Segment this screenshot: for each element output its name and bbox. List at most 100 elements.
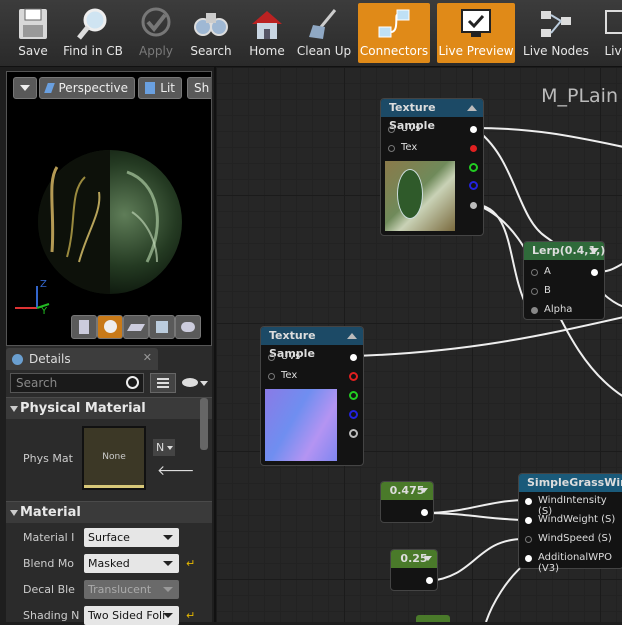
custom-mesh-preview-button[interactable] xyxy=(175,315,201,339)
chevron-down-icon xyxy=(167,446,173,450)
uvs-input-pin[interactable] xyxy=(388,126,395,133)
find-in-cb-label: Find in CB xyxy=(63,44,123,58)
find-in-cb-button[interactable]: Find in CB xyxy=(62,3,124,63)
save-label: Save xyxy=(18,44,48,58)
reset-to-default-icon[interactable]: ↵ xyxy=(186,609,195,622)
connectors-icon xyxy=(378,9,410,38)
cylinder-preview-button[interactable] xyxy=(71,315,97,339)
live-update-icon xyxy=(604,10,622,34)
blue-output-pin[interactable] xyxy=(349,410,358,419)
red-output-pin[interactable] xyxy=(349,372,358,381)
texture-sample-node-1[interactable]: Texture Sample UVs Tex xyxy=(380,98,484,236)
home-button[interactable]: Home xyxy=(242,3,292,63)
wind-weight-label: WindWeight (S) xyxy=(538,514,616,525)
constant-0475-output-pin[interactable] xyxy=(421,509,428,516)
connectors-button[interactable]: Connectors xyxy=(358,3,430,63)
house-icon xyxy=(252,11,282,39)
lerp-a-input-pin[interactable] xyxy=(531,269,538,276)
wind-speed-input-pin[interactable] xyxy=(525,536,532,543)
phys-mat-dropdown[interactable]: N xyxy=(153,439,175,456)
search-icon xyxy=(126,376,139,389)
phys-mat-dropdown-value: N xyxy=(156,441,165,454)
additional-wpo-label: AdditionalWPO (V3) xyxy=(538,552,612,574)
close-icon[interactable]: ✕ xyxy=(143,351,152,364)
constant-025-node[interactable]: 0.25 xyxy=(390,549,438,591)
alpha-output-pin[interactable] xyxy=(349,429,358,438)
lerp-node[interactable]: Lerp(0.4,1,) A B Alpha xyxy=(523,241,605,320)
material-graph-canvas[interactable]: M_PLain Texture Sample UVs Tex Lerp(0.4,… xyxy=(214,67,622,622)
normal-map-thumbnail xyxy=(265,389,337,461)
cube-preview-button[interactable] xyxy=(149,315,175,339)
shading-model-dropdown[interactable]: Two Sided Foli xyxy=(84,606,179,625)
live-update-label: Liv xyxy=(604,44,622,58)
collapse-arrow-icon[interactable] xyxy=(347,333,357,339)
collapse-arrow-icon[interactable] xyxy=(467,105,477,111)
tex-input-label: Tex xyxy=(281,370,298,381)
rgb-output-pin[interactable] xyxy=(470,126,477,133)
material-domain-dropdown[interactable]: Surface xyxy=(84,528,179,547)
simple-grass-wind-title: SimpleGrassWind xyxy=(519,474,622,492)
additional-wpo-input-pin[interactable] xyxy=(525,555,532,562)
physical-material-heading: Physical Material xyxy=(20,401,146,416)
blend-mode-value: Masked xyxy=(88,557,130,570)
chevron-down-icon xyxy=(200,381,208,386)
cube-icon xyxy=(156,321,168,333)
reset-to-default-icon[interactable]: ↵ xyxy=(186,557,195,570)
constant-0475-node[interactable]: 0.475 xyxy=(380,481,434,523)
chevron-down-icon xyxy=(163,561,173,566)
connectors-label: Connectors xyxy=(359,44,429,58)
physical-material-section[interactable]: Physical Material xyxy=(6,397,212,419)
blend-mode-dropdown[interactable]: Masked xyxy=(84,554,179,573)
search-button[interactable]: Search xyxy=(186,3,236,63)
collapse-arrow-icon[interactable] xyxy=(424,556,432,561)
tex-input-pin[interactable] xyxy=(388,145,395,152)
monitor-icon xyxy=(461,9,491,37)
blue-output-pin[interactable] xyxy=(469,181,478,190)
clean-up-button[interactable]: Clean Up xyxy=(296,3,352,63)
lerp-b-input-pin[interactable] xyxy=(531,288,538,295)
rgb-output-pin[interactable] xyxy=(350,354,357,361)
partial-bottom-node[interactable] xyxy=(416,615,450,622)
apply-button[interactable]: Apply xyxy=(130,3,182,63)
alpha-output-pin[interactable] xyxy=(470,202,477,209)
uvs-input-label: UVs xyxy=(281,351,301,362)
simple-grass-wind-node[interactable]: SimpleGrassWind WindIntensity (S) WindWe… xyxy=(518,473,622,574)
details-scrollbar[interactable] xyxy=(200,398,208,450)
chevron-down-icon xyxy=(163,613,173,618)
phys-mat-thumbnail-label: None xyxy=(102,452,126,462)
material-section[interactable]: Material xyxy=(6,501,212,523)
chevron-down-icon xyxy=(163,587,173,592)
live-preview-button[interactable]: Live Preview xyxy=(437,3,515,63)
wind-weight-input-pin[interactable] xyxy=(525,517,532,524)
tex-input-pin[interactable] xyxy=(268,373,275,380)
home-label: Home xyxy=(249,44,285,58)
view-options-button[interactable] xyxy=(150,373,176,393)
green-output-pin[interactable] xyxy=(349,391,358,400)
collapse-arrow-icon xyxy=(10,510,18,516)
arrow-left-icon: 🡐 xyxy=(157,463,195,479)
lerp-alpha-input-pin[interactable] xyxy=(531,307,538,314)
uvs-input-pin[interactable] xyxy=(268,354,275,361)
phys-mat-thumbnail[interactable]: None xyxy=(82,426,146,490)
collapse-arrow-icon[interactable] xyxy=(589,248,599,254)
constant-025-output-pin[interactable] xyxy=(426,577,433,584)
axis-z-label: Z xyxy=(40,279,47,290)
live-nodes-button[interactable]: Live Nodes xyxy=(522,3,590,63)
wind-intensity-input-pin[interactable] xyxy=(525,498,532,505)
save-button[interactable]: Save xyxy=(6,3,60,63)
eye-visibility-button[interactable] xyxy=(180,375,210,391)
preview-viewport[interactable]: Perspective Lit Sh Z Y xyxy=(6,71,212,346)
shading-model-label: Shading N xyxy=(23,609,79,622)
red-output-pin[interactable] xyxy=(470,145,477,152)
use-selected-arrow-button[interactable]: 🡐 xyxy=(157,462,195,479)
lerp-output-pin[interactable] xyxy=(591,269,598,276)
sphere-preview-button[interactable] xyxy=(97,315,123,339)
green-output-pin[interactable] xyxy=(469,163,478,172)
live-update-button[interactable]: Liv xyxy=(596,3,622,63)
collapse-arrow-icon[interactable] xyxy=(420,488,428,493)
plane-preview-button[interactable] xyxy=(123,315,149,339)
details-tab[interactable]: Details ✕ xyxy=(6,348,158,370)
details-search-input[interactable]: Search xyxy=(10,373,144,393)
decal-blend-dropdown[interactable]: Translucent xyxy=(84,580,179,599)
texture-sample-node-2[interactable]: Texture Sample UVs Tex xyxy=(260,326,364,466)
